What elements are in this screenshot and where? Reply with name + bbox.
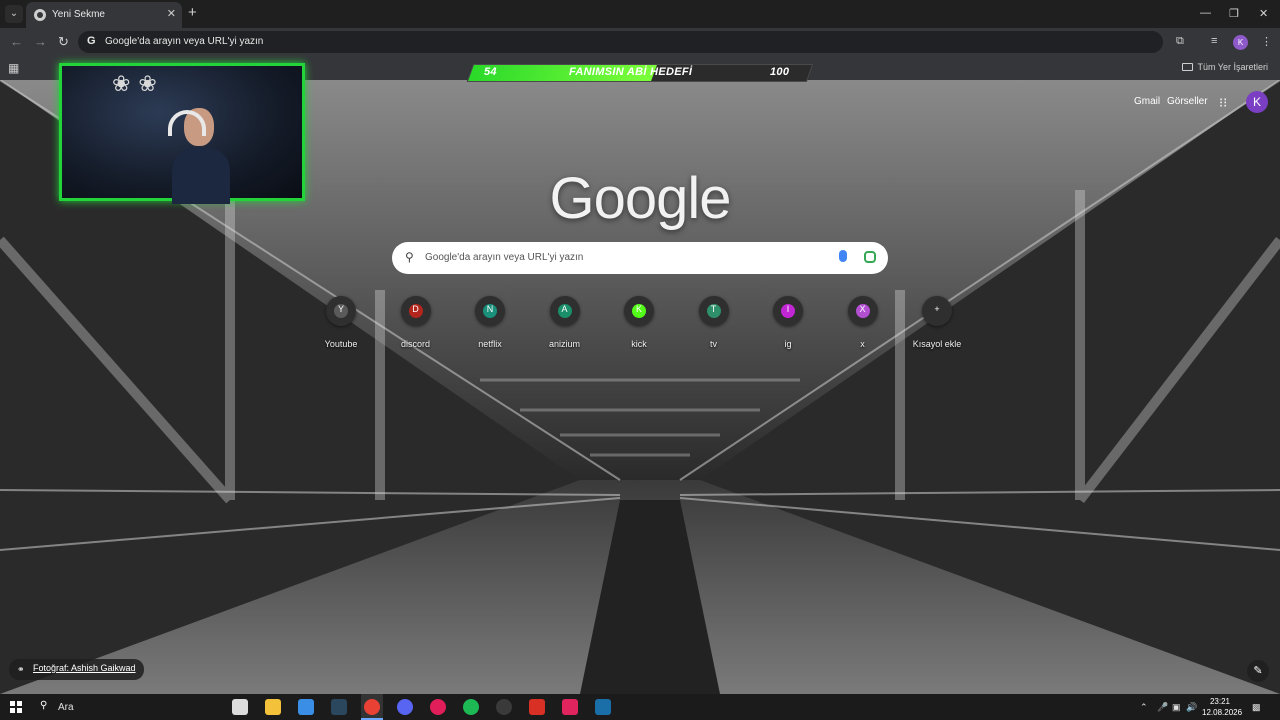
shortcut-favicon-icon: K bbox=[624, 296, 654, 326]
shortcut-tile[interactable]: Kkick bbox=[603, 296, 675, 354]
restore-icon[interactable]: ❐ bbox=[1229, 7, 1239, 20]
chrome-taskbar-icon[interactable] bbox=[364, 699, 380, 715]
stream-goal-current: 54 bbox=[484, 66, 497, 78]
spotify-taskbar-icon[interactable] bbox=[463, 699, 479, 715]
screen: ⌄ Yeni Sekme ✕ + — ❐ ✕ ← → ↻ G Google'da… bbox=[0, 0, 1280, 720]
shortcut-label: tv bbox=[709, 339, 717, 349]
google-g-icon: G bbox=[87, 35, 96, 47]
photo-credit-text: Fotoğraf: Ashish Gaikwad bbox=[33, 663, 136, 673]
obs-taskbar-icon[interactable] bbox=[496, 699, 512, 715]
shortcut-label: x bbox=[860, 339, 865, 349]
photo-credit-link[interactable]: ⚭ Fotoğraf: Ashish Gaikwad bbox=[9, 659, 144, 680]
shortcut-label: Youtube bbox=[324, 339, 358, 349]
ntp-profile-avatar[interactable]: K bbox=[1246, 91, 1268, 113]
shortcut-label: discord bbox=[400, 339, 430, 349]
wall-decoration: ❀❀ bbox=[112, 71, 165, 96]
stream-goal-label: FANIMSIN ABİ HEDEFİ bbox=[569, 66, 693, 78]
forward-arrow-icon[interactable]: → bbox=[34, 34, 47, 49]
streamer-video bbox=[168, 108, 230, 204]
recorder-taskbar-icon[interactable] bbox=[529, 699, 545, 715]
shortcut-favicon-icon: + bbox=[922, 296, 952, 326]
google-apps-icon[interactable]: ⁝⁝ bbox=[1219, 95, 1227, 111]
shortcut-tile[interactable]: + Kısayol ekle bbox=[901, 296, 973, 354]
address-bar[interactable]: G Google'da arayın veya URL'yi yazın bbox=[78, 31, 1163, 53]
webcam-overlay: ❀❀ bbox=[59, 63, 305, 204]
shortcut-label: Kısayol ekle bbox=[912, 339, 962, 349]
images-link[interactable]: Görseller bbox=[1167, 96, 1208, 107]
taskbar-search-icon[interactable]: ⚲ bbox=[40, 700, 47, 711]
network-icon[interactable]: ▣ bbox=[1172, 702, 1181, 713]
tab-title: Yeni Sekme bbox=[52, 9, 105, 20]
shortcut-tile[interactable]: Nnetflix bbox=[454, 296, 526, 354]
window-close-icon[interactable]: ✕ bbox=[1259, 7, 1268, 20]
store-taskbar-icon[interactable] bbox=[298, 699, 314, 715]
notifications-icon[interactable]: ▩ bbox=[1252, 702, 1261, 713]
tool-taskbar-icon[interactable] bbox=[562, 699, 578, 715]
steam-taskbar-icon[interactable] bbox=[331, 699, 347, 715]
link-icon: ⚭ bbox=[17, 664, 25, 674]
clock-time: 23:21 bbox=[1209, 697, 1231, 706]
file-explorer-taskbar-icon[interactable] bbox=[265, 699, 281, 715]
shortcut-label: ig bbox=[784, 339, 792, 349]
tab-strip: ⌄ Yeni Sekme ✕ + — ❐ ✕ bbox=[0, 0, 1280, 28]
profile-avatar[interactable]: K bbox=[1233, 35, 1248, 50]
shortcut-tile[interactable]: Ddiscord bbox=[380, 296, 452, 354]
ntp-search-box[interactable]: ⚲ Google'da arayın veya URL'yi yazın bbox=[392, 242, 888, 274]
shortcut-tile[interactable]: Y Youtube bbox=[305, 296, 377, 354]
voice-search-mic-icon[interactable] bbox=[839, 250, 847, 262]
windows-start-icon[interactable] bbox=[10, 701, 22, 713]
shortcut-favicon-icon: T bbox=[698, 296, 729, 326]
shortcut-tile[interactable]: Iig bbox=[752, 296, 824, 354]
discord-taskbar-icon[interactable] bbox=[397, 699, 413, 715]
clock-date: 12.08.2026 bbox=[1202, 708, 1243, 717]
shortcut-tile[interactable]: Aanizium bbox=[529, 296, 601, 354]
shortcut-favicon-icon: A bbox=[549, 296, 580, 326]
google-lens-icon[interactable] bbox=[864, 251, 876, 263]
reading-list-icon[interactable]: ≡ bbox=[1211, 35, 1217, 47]
tab-search-icon[interactable]: ⌄ bbox=[5, 5, 23, 23]
media-taskbar-icon[interactable] bbox=[430, 699, 446, 715]
shortcut-favicon-icon: Y bbox=[326, 296, 356, 326]
volume-icon[interactable]: 🔊 bbox=[1186, 702, 1197, 713]
tab-new-tab[interactable]: Yeni Sekme ✕ bbox=[26, 2, 182, 28]
chrome-favicon-icon bbox=[34, 9, 46, 21]
reload-icon[interactable]: ↻ bbox=[58, 34, 69, 50]
tray-chevron-icon[interactable]: ⌃ bbox=[1140, 702, 1148, 713]
customize-pencil-icon[interactable]: ✎ bbox=[1247, 660, 1269, 682]
taskbar-search-label[interactable]: Ara bbox=[58, 702, 74, 713]
steam-2-taskbar-icon[interactable] bbox=[595, 699, 611, 715]
all-bookmarks-label: Tüm Yer İşaretleri bbox=[1197, 62, 1268, 72]
address-bar-placeholder: Google'da arayın veya URL'yi yazın bbox=[105, 36, 264, 47]
shortcut-label: anizium bbox=[548, 339, 580, 349]
task-view-taskbar-icon[interactable] bbox=[232, 699, 248, 715]
shortcut-favicon-icon: X bbox=[847, 296, 878, 326]
shortcut-tile[interactable]: Xx bbox=[827, 296, 899, 354]
minimize-icon[interactable]: — bbox=[1200, 7, 1211, 19]
shortcut-favicon-icon: D bbox=[400, 296, 431, 326]
folder-icon bbox=[1182, 63, 1194, 71]
toolbar: ← → ↻ G Google'da arayın veya URL'yi yaz… bbox=[0, 28, 1280, 56]
gmail-link[interactable]: Gmail bbox=[1134, 96, 1160, 107]
shortcut-favicon-icon: N bbox=[475, 296, 505, 326]
shortcut-tile[interactable]: Ttv bbox=[678, 296, 750, 354]
shortcut-label: kick bbox=[631, 339, 647, 349]
shortcut-label: netflix bbox=[478, 339, 502, 349]
search-icon: ⚲ bbox=[405, 250, 414, 264]
stream-goal-target: 100 bbox=[770, 66, 790, 78]
ntp-search-placeholder: Google'da arayın veya URL'yi yazın bbox=[425, 252, 584, 263]
extensions-icon[interactable]: ⧉ bbox=[1176, 35, 1184, 48]
taskbar-clock[interactable]: 23:21 12.08.2026 bbox=[1202, 696, 1243, 718]
microphone-tray-icon[interactable]: 🎤 bbox=[1157, 702, 1168, 713]
menu-kebab-icon[interactable]: ⋮ bbox=[1261, 35, 1272, 48]
new-tab-plus-icon[interactable]: + bbox=[188, 5, 197, 21]
all-bookmarks-folder[interactable]: Tüm Yer İşaretleri bbox=[1182, 62, 1268, 72]
shortcut-favicon-icon: I bbox=[773, 296, 803, 326]
windows-taskbar: ⚲ Ara ⌃ 🎤 ▣ 🔊 23:21 12.08.2026 ▩ bbox=[0, 694, 1280, 720]
apps-grid-icon[interactable]: ▦ bbox=[8, 61, 19, 75]
close-icon[interactable]: ✕ bbox=[167, 7, 176, 20]
back-arrow-icon[interactable]: ← bbox=[10, 34, 23, 49]
